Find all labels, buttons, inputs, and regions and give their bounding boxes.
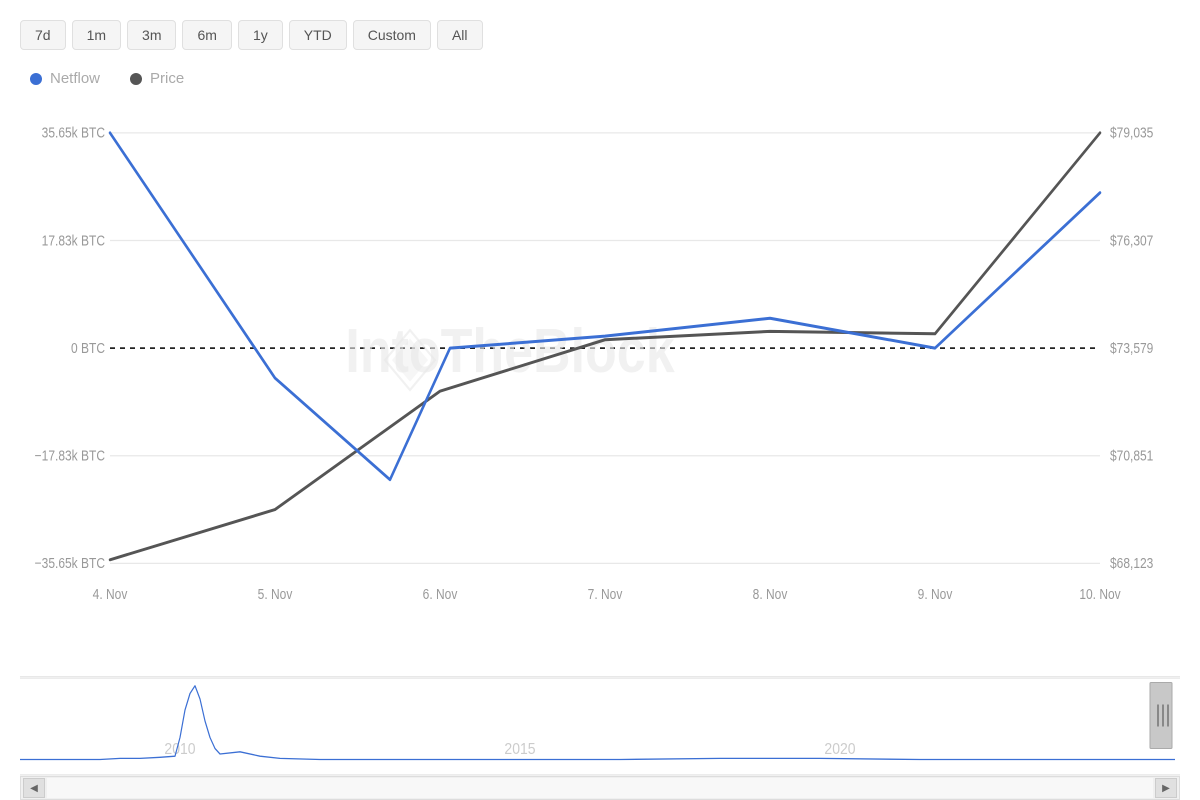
mini-chart-svg: 2010 2015 2020 <box>20 677 1180 776</box>
svg-text:IntoTheBlock: IntoTheBlock <box>345 317 674 386</box>
svg-text:9. Nov: 9. Nov <box>918 586 953 602</box>
scroll-left-arrow[interactable]: ◀ <box>23 778 45 798</box>
netflow-label: Netflow <box>50 70 100 87</box>
svg-text:2010: 2010 <box>164 741 195 758</box>
svg-text:−35.65k BTC: −35.65k BTC <box>35 555 106 571</box>
svg-text:0 BTC: 0 BTC <box>71 340 105 356</box>
time-btn-7d[interactable]: 7d <box>20 20 66 50</box>
time-btn-custom[interactable]: Custom <box>353 20 431 50</box>
time-btn-1m[interactable]: 1m <box>72 20 121 50</box>
scrollbar[interactable]: ◀ ▶ <box>20 776 1180 800</box>
scroll-right-arrow[interactable]: ▶ <box>1155 778 1177 798</box>
time-btn-all[interactable]: All <box>437 20 483 50</box>
price-dot <box>130 73 142 85</box>
netflow-dot <box>30 73 42 85</box>
svg-text:7. Nov: 7. Nov <box>588 586 623 602</box>
time-btn-6m[interactable]: 6m <box>182 20 231 50</box>
svg-text:−17.83k BTC: −17.83k BTC <box>35 448 106 464</box>
mini-chart-container: 2010 2015 2020 <box>20 676 1180 776</box>
svg-text:4. Nov: 4. Nov <box>93 586 128 602</box>
svg-text:$79,035: $79,035 <box>1110 125 1153 141</box>
time-btn-ytd[interactable]: YTD <box>289 20 347 50</box>
svg-text:17.83k BTC: 17.83k BTC <box>42 232 106 248</box>
svg-text:6. Nov: 6. Nov <box>423 586 458 602</box>
svg-text:$76,307: $76,307 <box>1110 232 1153 248</box>
main-container: 7d1m3m6m1yYTDCustomAll Netflow Price <box>0 0 1200 800</box>
price-label: Price <box>150 70 184 87</box>
legend-netflow: Netflow <box>30 70 100 87</box>
svg-text:$73,579: $73,579 <box>1110 340 1153 356</box>
time-btn-3m[interactable]: 3m <box>127 20 176 50</box>
svg-text:2015: 2015 <box>504 741 535 758</box>
svg-text:35.65k BTC: 35.65k BTC <box>42 125 106 141</box>
chart-legend: Netflow Price <box>20 70 1180 87</box>
svg-text:5. Nov: 5. Nov <box>258 586 293 602</box>
time-btn-1y[interactable]: 1y <box>238 20 283 50</box>
svg-text:8. Nov: 8. Nov <box>753 586 788 602</box>
svg-text:$68,123: $68,123 <box>1110 555 1153 571</box>
svg-text:$70,851: $70,851 <box>1110 448 1153 464</box>
main-chart-svg: 35.65k BTC 17.83k BTC 0 BTC −17.83k BTC … <box>20 97 1180 671</box>
legend-price: Price <box>130 70 184 87</box>
svg-text:2020: 2020 <box>824 741 855 758</box>
main-chart-container: 35.65k BTC 17.83k BTC 0 BTC −17.83k BTC … <box>20 97 1180 671</box>
scroll-track[interactable] <box>47 778 1153 798</box>
time-range-toolbar: 7d1m3m6m1yYTDCustomAll <box>20 20 1180 50</box>
svg-text:10. Nov: 10. Nov <box>1079 586 1121 602</box>
chart-wrapper: 35.65k BTC 17.83k BTC 0 BTC −17.83k BTC … <box>20 97 1180 800</box>
